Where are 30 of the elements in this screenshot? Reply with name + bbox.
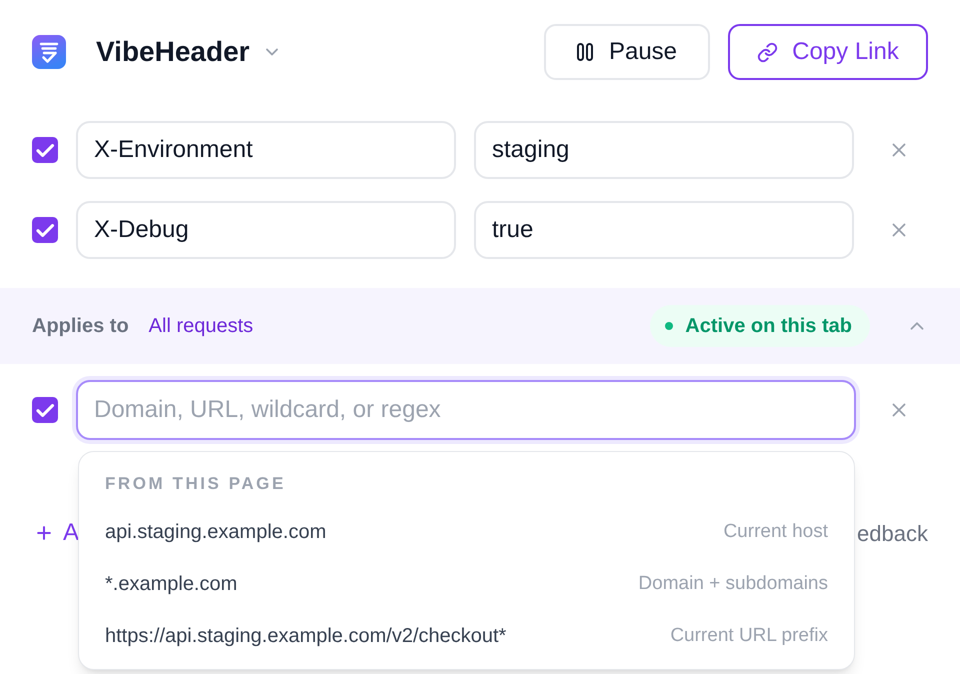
- app-title: VibeHeader: [96, 38, 250, 66]
- suggestion-hint: Domain + subdomains: [638, 572, 828, 596]
- suggestion-hint: Current URL prefix: [670, 624, 828, 648]
- header-name-field[interactable]: X-Environment: [76, 121, 456, 179]
- check-icon: [38, 224, 52, 236]
- copy-link-button[interactable]: Copy Link: [728, 24, 928, 80]
- feedback-link[interactable]: edback: [857, 516, 928, 550]
- status-dot-icon: [665, 322, 674, 330]
- header-value-field[interactable]: true: [474, 201, 854, 259]
- status-badge: Active on this tab: [650, 305, 870, 347]
- link-icon: [757, 42, 778, 62]
- suggestion-option[interactable]: api.staging.example.com: [105, 517, 326, 547]
- suggestion-option[interactable]: *.example.com: [105, 569, 238, 599]
- scope-label: Applies to: [32, 314, 129, 339]
- checkbox[interactable]: [32, 217, 58, 243]
- header-name-field[interactable]: X-Debug: [76, 201, 456, 259]
- suggestion-hint: Current host: [723, 520, 828, 544]
- header-value-field[interactable]: staging: [474, 121, 854, 179]
- checkbox[interactable]: [32, 137, 58, 163]
- pause-button[interactable]: Pause: [544, 24, 710, 80]
- scope-value-link[interactable]: All requests: [148, 311, 254, 341]
- add-button[interactable]: A: [34, 515, 80, 551]
- suggestion-option[interactable]: https://api.staging.example.com/v2/checkout*: [105, 621, 506, 651]
- checkbox[interactable]: [32, 397, 58, 423]
- check-icon: [38, 144, 52, 156]
- check-icon: [38, 404, 52, 416]
- url-pattern-field[interactable]: Domain, URL, wildcard, or regex: [76, 380, 856, 440]
- app-logo-icon: [32, 35, 66, 69]
- suggestions-heading: FROM THIS PAGE: [104, 474, 287, 494]
- pause-icon: [576, 43, 593, 61]
